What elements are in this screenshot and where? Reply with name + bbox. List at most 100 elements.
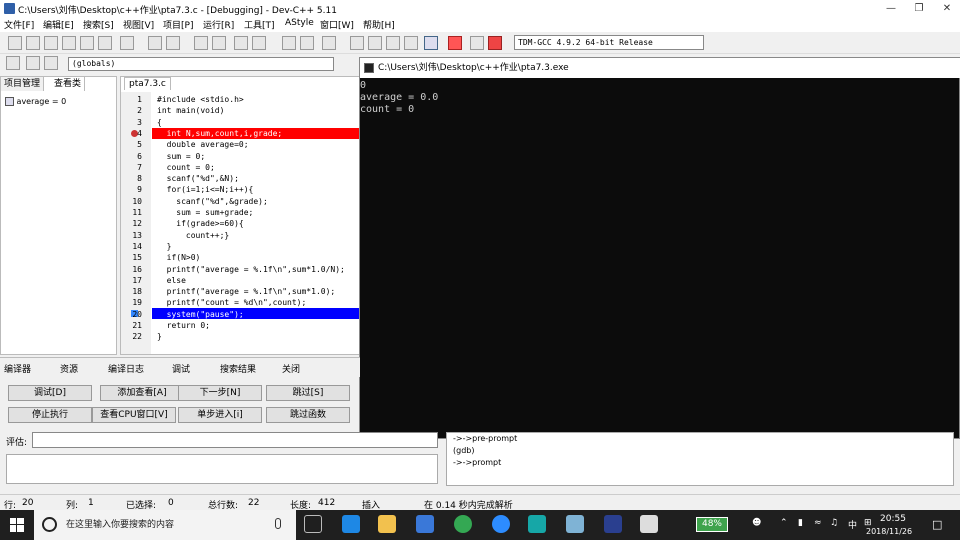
class-browser-icon[interactable]	[6, 56, 20, 70]
code-line[interactable]: if(grade>=60){	[157, 219, 243, 228]
microphone-icon[interactable]	[275, 518, 281, 529]
code-line[interactable]: else	[157, 276, 186, 285]
tab-search-results[interactable]: 搜索结果	[220, 362, 256, 375]
menu-window[interactable]: 窗口[W]	[320, 18, 354, 31]
code-line[interactable]: if(N>0)	[157, 253, 201, 262]
store-icon[interactable]	[416, 515, 434, 533]
menu-view[interactable]: 视图[V]	[123, 18, 154, 31]
view-cpu-window-button[interactable]: 查看CPU窗口[V]	[92, 407, 176, 423]
task-view-icon[interactable]	[304, 515, 322, 533]
run-icon[interactable]	[368, 36, 382, 50]
app-icon-l[interactable]	[492, 515, 510, 533]
open-file-icon[interactable]	[26, 36, 40, 50]
code-line[interactable]: printf("average = %.1f\n",sum*1.0/N);	[157, 265, 345, 274]
tab-close[interactable]: 关闭	[282, 362, 300, 375]
menu-astyle[interactable]: AStyle	[285, 18, 314, 28]
file-tab[interactable]: pta7.3.c	[124, 77, 171, 90]
windows-start-icon[interactable]	[10, 518, 24, 532]
close-button[interactable]: ✕	[933, 0, 960, 17]
tab-resources[interactable]: 资源	[60, 362, 78, 375]
clock-time[interactable]: 20:55	[880, 514, 906, 524]
save-icon[interactable]	[44, 36, 58, 50]
compiler-select[interactable]: TDM-GCC 4.9.2 64-bit Release	[514, 35, 704, 50]
profile-icon[interactable]	[470, 36, 484, 50]
compile-icon[interactable]	[350, 36, 364, 50]
stop-execution-icon[interactable]	[448, 36, 462, 50]
maximize-button[interactable]: ❐	[905, 0, 933, 17]
menu-edit[interactable]: 编辑[E]	[43, 18, 74, 31]
close-all-icon[interactable]	[98, 36, 112, 50]
edge-icon[interactable]	[342, 515, 360, 533]
eval-input[interactable]	[32, 432, 438, 448]
tab-project-manager[interactable]: 项目管理	[1, 77, 45, 91]
code-line[interactable]: for(i=1;i<=N;i++){	[157, 185, 254, 194]
people-icon[interactable]: ☻	[752, 518, 761, 528]
menu-help[interactable]: 帮助[H]	[363, 18, 395, 31]
step-into-button[interactable]: 单步进入[i]	[178, 407, 262, 423]
compile-run-icon[interactable]	[386, 36, 400, 50]
tab-compiler[interactable]: 编译器	[4, 362, 31, 375]
notification-icon[interactable]: □	[932, 518, 942, 531]
syntax-check-icon[interactable]	[424, 36, 438, 50]
insert-icon[interactable]	[26, 56, 40, 70]
code-line[interactable]: scanf("%d",&N);	[157, 174, 239, 183]
menu-file[interactable]: 文件[F]	[4, 18, 34, 31]
watch-item[interactable]: average = 0	[17, 97, 67, 106]
wifi-icon[interactable]: ≈	[814, 518, 822, 528]
code-line[interactable]: #include <stdio.h>	[157, 95, 244, 104]
code-line[interactable]: }	[157, 332, 162, 341]
app-icon-teal[interactable]	[528, 515, 546, 533]
console-taskbar-icon[interactable]	[640, 515, 658, 533]
tab-class-view[interactable]: 查看类	[51, 77, 86, 91]
code-line[interactable]: return 0;	[157, 321, 210, 330]
volume-icon[interactable]: ♫	[830, 518, 838, 528]
chrome-icon[interactable]	[454, 515, 472, 533]
close-file-icon[interactable]	[80, 36, 94, 50]
next-step-button[interactable]: 下一步[N]	[178, 385, 262, 401]
code-line[interactable]: system("pause");	[157, 310, 244, 319]
taskbar-search-input[interactable]: 在这里输入你要搜索的内容	[34, 510, 296, 540]
code-line[interactable]: int main(void)	[157, 106, 224, 115]
code-line[interactable]: sum = sum+grade;	[157, 208, 253, 217]
find-icon[interactable]	[194, 36, 208, 50]
debug-button[interactable]: 调试[D]	[8, 385, 92, 401]
code-line[interactable]: }	[157, 242, 172, 251]
battery-indicator[interactable]: 48%	[696, 517, 728, 532]
code-line[interactable]: printf("count = %d\n",count);	[157, 298, 307, 307]
print-icon[interactable]	[120, 36, 134, 50]
toggle-comment-icon[interactable]	[322, 36, 336, 50]
add-watch-button[interactable]: 添加查看[A]	[100, 385, 184, 401]
code-line[interactable]: count++;}	[157, 231, 229, 240]
redo-icon[interactable]	[166, 36, 180, 50]
file-explorer-icon[interactable]	[378, 515, 396, 533]
devcpp-taskbar-icon[interactable]	[604, 515, 622, 533]
code-line[interactable]: int N,sum,count,i,grade;	[157, 129, 283, 138]
menu-project[interactable]: 项目[P]	[163, 18, 193, 31]
goto-icon[interactable]	[234, 36, 248, 50]
undo-icon[interactable]	[148, 36, 162, 50]
rebuild-icon[interactable]	[404, 36, 418, 50]
code-line[interactable]: sum = 0;	[157, 152, 206, 161]
save-all-icon[interactable]	[62, 36, 76, 50]
chevron-up-icon[interactable]: ⌃	[780, 518, 788, 528]
minimize-button[interactable]: —	[877, 0, 905, 17]
replace-icon[interactable]	[212, 36, 226, 50]
stop-execution-button[interactable]: 停止执行	[8, 407, 92, 423]
app-icon-notes[interactable]	[566, 515, 584, 533]
code-line[interactable]: printf("average = %.1f\n",sum*1.0);	[157, 287, 336, 296]
menu-run[interactable]: 运行[R]	[203, 18, 234, 31]
bookmark-icon[interactable]	[252, 36, 266, 50]
code-line[interactable]: count = 0;	[157, 163, 215, 172]
console-window[interactable]	[359, 57, 960, 439]
menu-search[interactable]: 搜索[S]	[83, 18, 114, 31]
code-line[interactable]: scanf("%d",&grade);	[157, 197, 268, 206]
unindent-icon[interactable]	[300, 36, 314, 50]
skip-function-button[interactable]: 跳过函数	[266, 407, 350, 423]
toggle-bookmark-icon[interactable]	[44, 56, 58, 70]
new-file-icon[interactable]	[8, 36, 22, 50]
clock-date[interactable]: 2018/11/26	[866, 527, 912, 536]
globals-select[interactable]: (globals)	[68, 57, 334, 71]
code-line[interactable]: {	[157, 118, 162, 127]
tab-compile-log[interactable]: 编译日志	[108, 362, 144, 375]
indent-icon[interactable]	[282, 36, 296, 50]
